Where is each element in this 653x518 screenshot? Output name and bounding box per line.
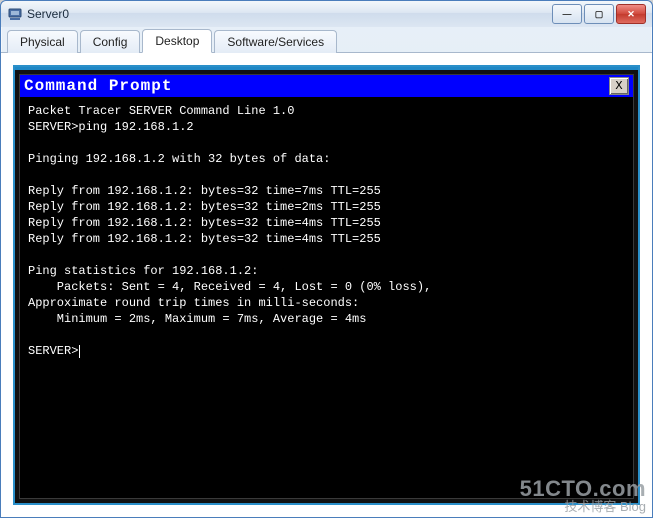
window-title: Server0	[27, 7, 550, 21]
desktop-frame: Command Prompt X Packet Tracer SERVER Co…	[13, 65, 640, 505]
maximize-button[interactable]: ▢	[584, 4, 614, 24]
app-window: Server0 — ▢ ✕ Physical Config Desktop So…	[0, 0, 653, 518]
minimize-button[interactable]: —	[552, 4, 582, 24]
terminal-line: Reply from 192.168.1.2: bytes=32 time=4m…	[28, 232, 381, 246]
tab-config[interactable]: Config	[80, 30, 141, 53]
terminal-line: Reply from 192.168.1.2: bytes=32 time=7m…	[28, 184, 381, 198]
tab-software-services[interactable]: Software/Services	[214, 30, 337, 53]
window-titlebar[interactable]: Server0 — ▢ ✕	[1, 1, 652, 27]
terminal-prompt: SERVER>	[28, 344, 78, 358]
tabs-row: Physical Config Desktop Software/Service…	[1, 27, 652, 53]
app-icon	[7, 6, 23, 22]
content-area: Command Prompt X Packet Tracer SERVER Co…	[1, 53, 652, 517]
terminal-line: Reply from 192.168.1.2: bytes=32 time=4m…	[28, 216, 381, 230]
desktop-stripe	[15, 67, 638, 70]
terminal-line: Packet Tracer SERVER Command Line 1.0	[28, 104, 294, 118]
terminal-line: Packets: Sent = 4, Received = 4, Lost = …	[28, 280, 431, 294]
command-prompt-close-button[interactable]: X	[609, 77, 629, 95]
command-prompt-titlebar[interactable]: Command Prompt X	[20, 75, 633, 97]
terminal-line: Minimum = 2ms, Maximum = 7ms, Average = …	[28, 312, 366, 326]
command-prompt-window: Command Prompt X Packet Tracer SERVER Co…	[19, 74, 634, 499]
terminal-line: Approximate round trip times in milli-se…	[28, 296, 359, 310]
tab-physical[interactable]: Physical	[7, 30, 78, 53]
tab-desktop[interactable]: Desktop	[142, 29, 212, 53]
close-button[interactable]: ✕	[616, 4, 646, 24]
terminal-line: Ping statistics for 192.168.1.2:	[28, 264, 258, 278]
terminal-body[interactable]: Packet Tracer SERVER Command Line 1.0 SE…	[20, 97, 633, 498]
command-prompt-title: Command Prompt	[24, 77, 172, 95]
terminal-line: SERVER>ping 192.168.1.2	[28, 120, 194, 134]
terminal-line: Pinging 192.168.1.2 with 32 bytes of dat…	[28, 152, 330, 166]
cursor-icon	[79, 345, 80, 358]
terminal-line: Reply from 192.168.1.2: bytes=32 time=2m…	[28, 200, 381, 214]
